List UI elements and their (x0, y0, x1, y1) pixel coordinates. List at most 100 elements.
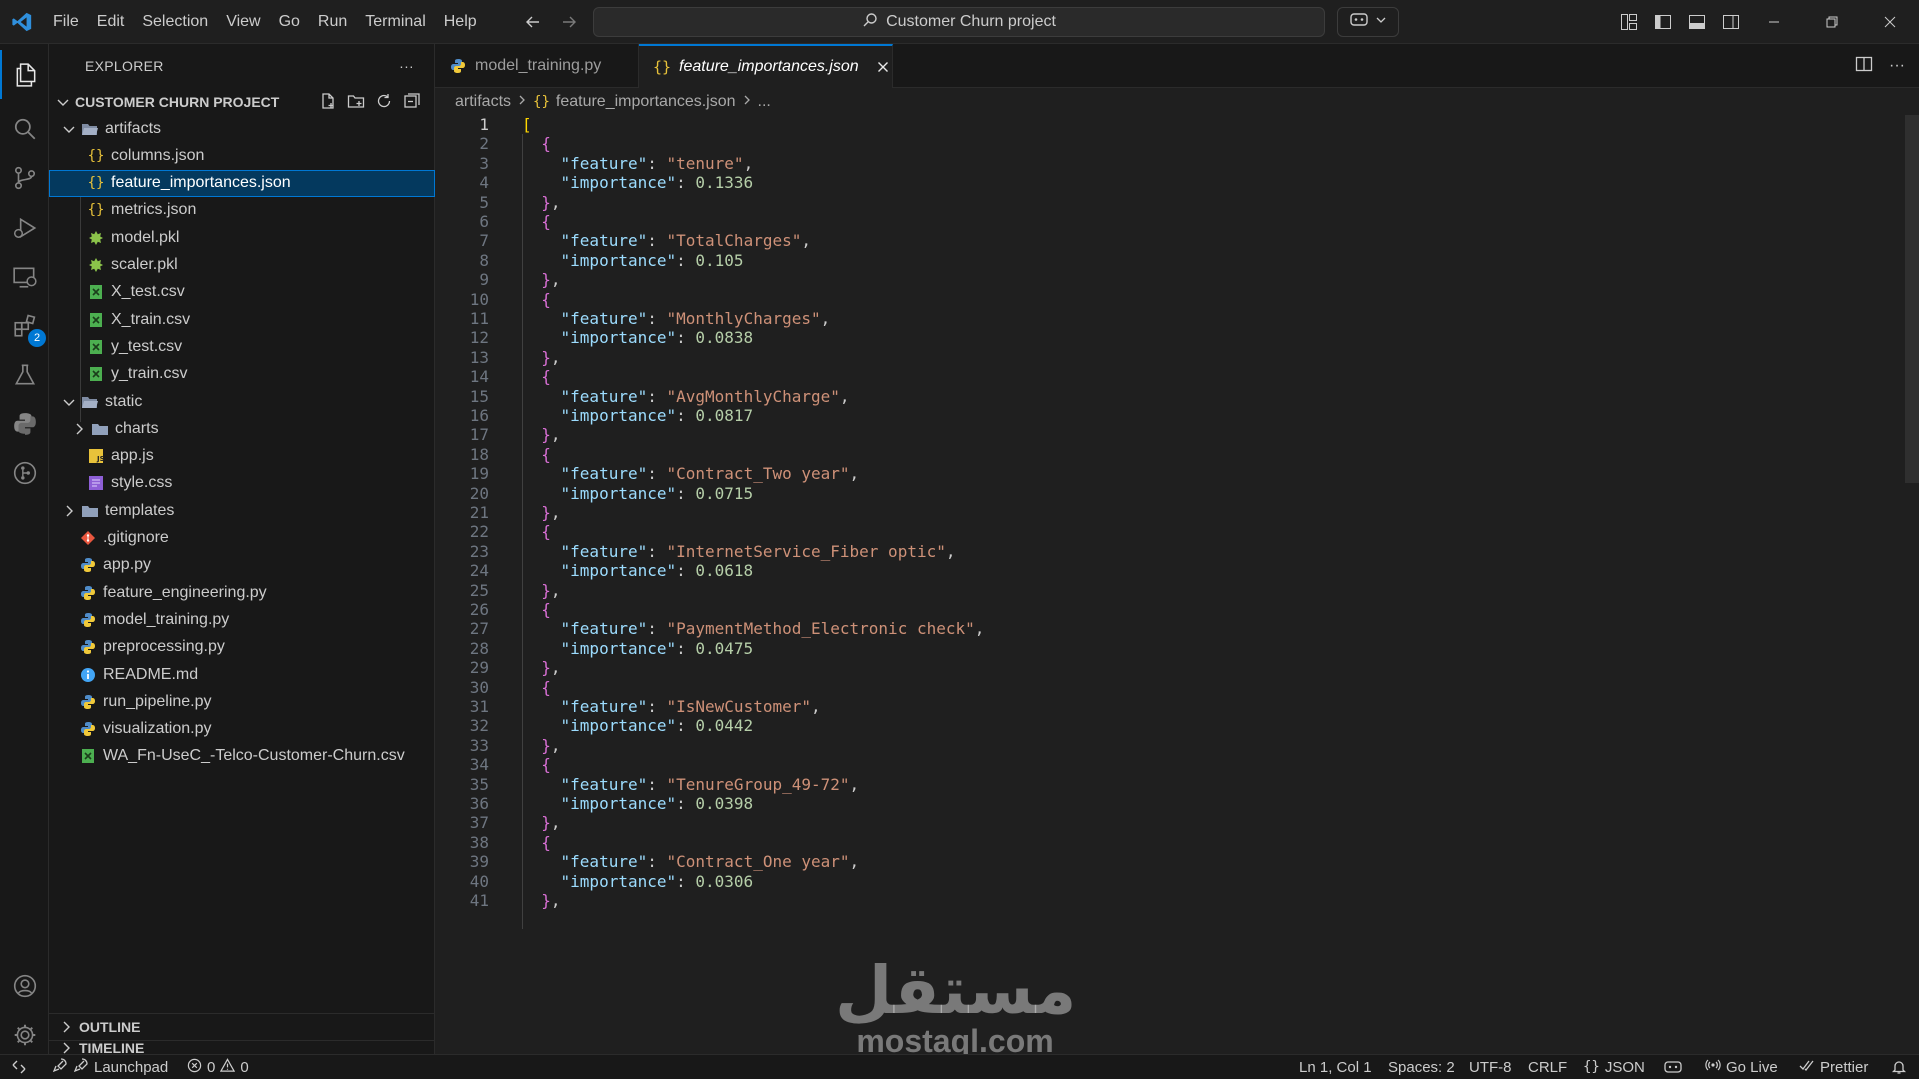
tree-item[interactable]: templates (49, 497, 435, 524)
toggle-primary-sidebar-icon[interactable] (1652, 11, 1674, 33)
encoding[interactable]: UTF-8 (1469, 1055, 1512, 1079)
code-editor[interactable]: 1[2 {3 "feature": "tenure", 4 "importance… (435, 115, 1919, 1054)
run-debug-icon[interactable] (0, 203, 49, 252)
customize-layout-icon[interactable] (1618, 11, 1640, 33)
tree-item[interactable]: README.md (49, 661, 435, 688)
copilot-button[interactable] (1337, 7, 1399, 37)
restore-icon[interactable] (1803, 0, 1861, 44)
toggle-secondary-sidebar-icon[interactable] (1720, 11, 1742, 33)
feature-value: "TotalCharges" (666, 231, 802, 251)
tree-item[interactable]: artifacts (49, 115, 435, 142)
remote-explorer-icon[interactable] (0, 252, 49, 301)
line-text: }, (541, 347, 561, 367)
tree-item[interactable]: run_pipeline.py (49, 688, 435, 715)
tree-item[interactable]: WA_Fn-UseC_-Telco-Customer-Churn.csv (49, 743, 435, 770)
gitlens-icon[interactable] (0, 448, 49, 497)
editor-scrollbar[interactable] (1905, 115, 1919, 483)
menu-item-view[interactable]: View (217, 0, 269, 44)
tree-item[interactable]: {} feature_importances.json (49, 169, 435, 197)
tab-model-training[interactable]: model_training.py (435, 44, 639, 88)
collapse-all-icon[interactable] (403, 92, 421, 113)
minimize-icon[interactable] (1745, 0, 1803, 44)
tree-item[interactable]: visualization.py (49, 716, 435, 743)
line-text: }, (541, 813, 561, 833)
tree-item[interactable]: y_train.csv (49, 361, 435, 388)
cursor-position[interactable]: Ln 1, Col 1 (1299, 1055, 1372, 1079)
python-icon[interactable] (0, 399, 49, 448)
explorer-files-icon[interactable] (0, 50, 49, 99)
tree-item[interactable]: {} metrics.json (49, 197, 435, 224)
menu-item-help[interactable]: Help (435, 0, 486, 44)
tree-item[interactable]: {} columns.json (49, 142, 435, 169)
accounts-icon[interactable] (0, 961, 49, 1010)
settings-gear-icon[interactable] (0, 1010, 49, 1059)
tree-item[interactable]: scaler.pkl (49, 252, 435, 279)
extensions-icon[interactable]: 2 (0, 301, 49, 350)
line-number: 17 (469, 425, 489, 445)
tree-item[interactable]: JS app.js (49, 443, 435, 470)
forward-arrow-icon[interactable] (558, 11, 580, 33)
problems-item[interactable]: 0 0 (187, 1055, 249, 1079)
code-line: 22 { (435, 522, 1895, 541)
split-editor-icon[interactable] (1855, 55, 1873, 78)
prettier-item[interactable]: Prettier (1799, 1055, 1868, 1079)
line-text: }, (541, 891, 561, 910)
tab-feature-importances[interactable]: {} feature_importances.json (639, 44, 893, 88)
menu-item-run[interactable]: Run (309, 0, 356, 44)
new-folder-icon[interactable] (347, 92, 365, 113)
close-window-icon[interactable] (1861, 0, 1919, 44)
breadcrumb-file[interactable]: feature_importances.json (556, 93, 736, 111)
end-of-line[interactable]: CRLF (1528, 1055, 1567, 1079)
notifications-bell-icon[interactable] (1891, 1055, 1907, 1079)
tree-item[interactable]: static (49, 388, 435, 415)
tree-item[interactable]: X_test.csv (49, 279, 435, 306)
tree-item[interactable]: y_test.csv (49, 333, 435, 360)
menu-item-file[interactable]: File (44, 0, 88, 44)
search-view-icon[interactable] (0, 104, 49, 153)
source-control-icon[interactable] (0, 153, 49, 202)
copilot-status-icon[interactable] (1663, 1055, 1683, 1079)
menu-item-go[interactable]: Go (270, 0, 309, 44)
tree-item-label: feature_engineering.py (103, 583, 267, 601)
toggle-panel-icon[interactable] (1686, 11, 1708, 33)
language-mode[interactable]: {} JSON (1583, 1055, 1645, 1079)
remote-indicator-icon[interactable] (0, 1055, 38, 1079)
testing-flask-icon[interactable] (0, 350, 49, 399)
breadcrumb-folder[interactable]: artifacts (455, 93, 511, 111)
new-file-icon[interactable] (319, 92, 337, 113)
line-text: }, (541, 503, 561, 522)
breadcrumb-symbol[interactable]: ... (758, 93, 771, 111)
launchpad-item[interactable]: Launchpad (52, 1055, 168, 1079)
folder-open-icon (81, 120, 99, 138)
code-line: 33 }, (435, 736, 1895, 755)
refresh-icon[interactable] (375, 92, 393, 113)
tree-item[interactable]: charts (49, 415, 435, 442)
tree-item[interactable]: app.py (49, 552, 435, 579)
menu-item-selection[interactable]: Selection (133, 0, 217, 44)
tree-item[interactable]: preprocessing.py (49, 634, 435, 661)
project-folder-header[interactable]: CUSTOMER CHURN PROJECT (49, 90, 435, 114)
menu-item-edit[interactable]: Edit (88, 0, 134, 44)
json-file-icon: {} (87, 202, 105, 219)
feature-value: "TenureGroup_49-72" (666, 774, 850, 794)
copilot-icon (1349, 11, 1369, 34)
tree-item[interactable]: X_train.csv (49, 306, 435, 333)
timeline-section[interactable]: TIMELINE (49, 1040, 435, 1056)
menu-item-terminal[interactable]: Terminal (356, 0, 434, 44)
command-center-search[interactable]: Customer Churn project (593, 7, 1325, 37)
tree-item[interactable]: feature_engineering.py (49, 579, 435, 606)
more-actions-icon[interactable]: ··· (399, 58, 414, 74)
more-editor-actions-icon[interactable]: ··· (1889, 57, 1905, 75)
feature-value: "PaymentMethod_Electronic check" (666, 619, 975, 639)
back-arrow-icon[interactable] (522, 11, 544, 33)
tree-item[interactable]: style.css (49, 470, 435, 497)
outline-label: OUTLINE (79, 1019, 141, 1035)
indentation[interactable]: Spaces: 2 (1388, 1055, 1455, 1079)
tree-item[interactable]: model_training.py (49, 606, 435, 633)
tree-item[interactable]: model.pkl (49, 224, 435, 251)
go-live-item[interactable]: Go Live (1705, 1055, 1778, 1079)
close-tab-icon[interactable] (877, 58, 889, 76)
outline-section[interactable]: OUTLINE (49, 1013, 435, 1040)
feature-value: "AvgMonthlyCharge" (666, 386, 840, 406)
tree-item[interactable]: .gitignore (49, 525, 435, 552)
